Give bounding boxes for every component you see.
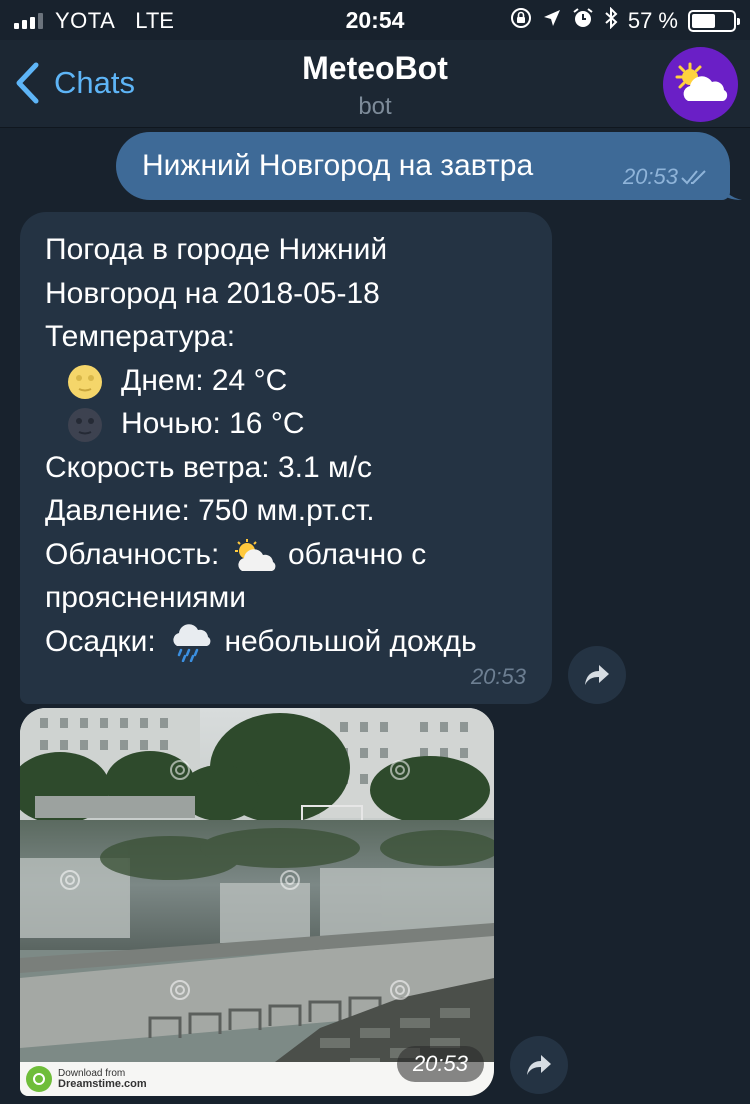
full-moon-face-icon [63,364,107,400]
chat-title: MeteoBot [302,50,448,86]
chat-header: Chats MeteoBot bot [0,40,750,128]
alarm-icon [572,7,594,35]
new-moon-face-icon [63,407,107,443]
cloudiness-value: облачно с [287,537,427,571]
status-bar: YOTA LTE 20:54 57 % [0,0,750,40]
temperature-label: Температура: [45,320,236,353]
night-temperature: Ночью: 16 °C [121,407,305,440]
precipitation-row: Осадки: небольшой дождь [45,620,552,664]
forecast-line-2: Новгород на 2018-05-18 [45,276,380,310]
battery-icon [688,10,740,32]
watermark-line-2: Dreamstime.com [58,1078,147,1090]
cloud-sun-icon [675,62,727,101]
pressure: Давление: 750 мм.рт.ст. [45,494,375,527]
bot-avatar[interactable] [663,47,738,122]
outgoing-message-meta: 20:53 [623,164,710,190]
share-button[interactable] [568,646,626,704]
forecast-line-1: Погода в городе Нижний [45,233,388,266]
share-icon [527,1055,551,1075]
dreamstime-logo-icon [26,1066,52,1092]
battery-percent: 57 % [627,8,678,33]
rotation-lock-icon [510,7,532,35]
precipitation-label: Осадки: [45,624,156,658]
outgoing-bubble-tail [720,180,742,200]
chat-subtitle: bot [358,93,392,120]
forecast-message[interactable]: Погода в городе Нижний Новгород на 2018-… [20,212,552,704]
bluetooth-icon [604,6,618,35]
flooded-stadium-photo [20,708,494,1096]
cloud-sun-icon [232,538,276,574]
day-temperature: Днем: 24 °C [121,363,288,397]
outgoing-message[interactable]: Нижний Новгород на завтра 20:53 [116,132,730,200]
day-temperature-row: Днем: 24 °C [45,359,552,403]
chat-title-area[interactable]: MeteoBot bot [0,50,750,121]
cloudiness-label: Облачность: [45,537,220,571]
forecast-message-time: 20:53 [470,664,526,689]
share-icon [585,665,609,685]
precipitation-value: небольшой дождь [224,624,477,658]
double-check-icon [681,170,706,185]
photo-share-button[interactable] [510,1036,568,1094]
location-icon [542,8,562,34]
cloudiness-row: Облачность: облачно с [45,533,552,577]
cloudiness-value-cont: прояснениями [45,581,247,614]
outgoing-message-time: 20:53 [622,164,678,189]
outgoing-message-text: Нижний Новгород на завтра [142,149,534,182]
wind-speed: Скорость ветра: 3.1 м/с [45,450,372,484]
photo-message[interactable]: Download from Dreamstime.com 20:53 [20,708,494,1096]
photo-message-time: 20:53 [396,1046,484,1082]
rain-cloud-icon [168,623,212,662]
night-temperature-row: Ночью: 16 °C [45,402,552,446]
